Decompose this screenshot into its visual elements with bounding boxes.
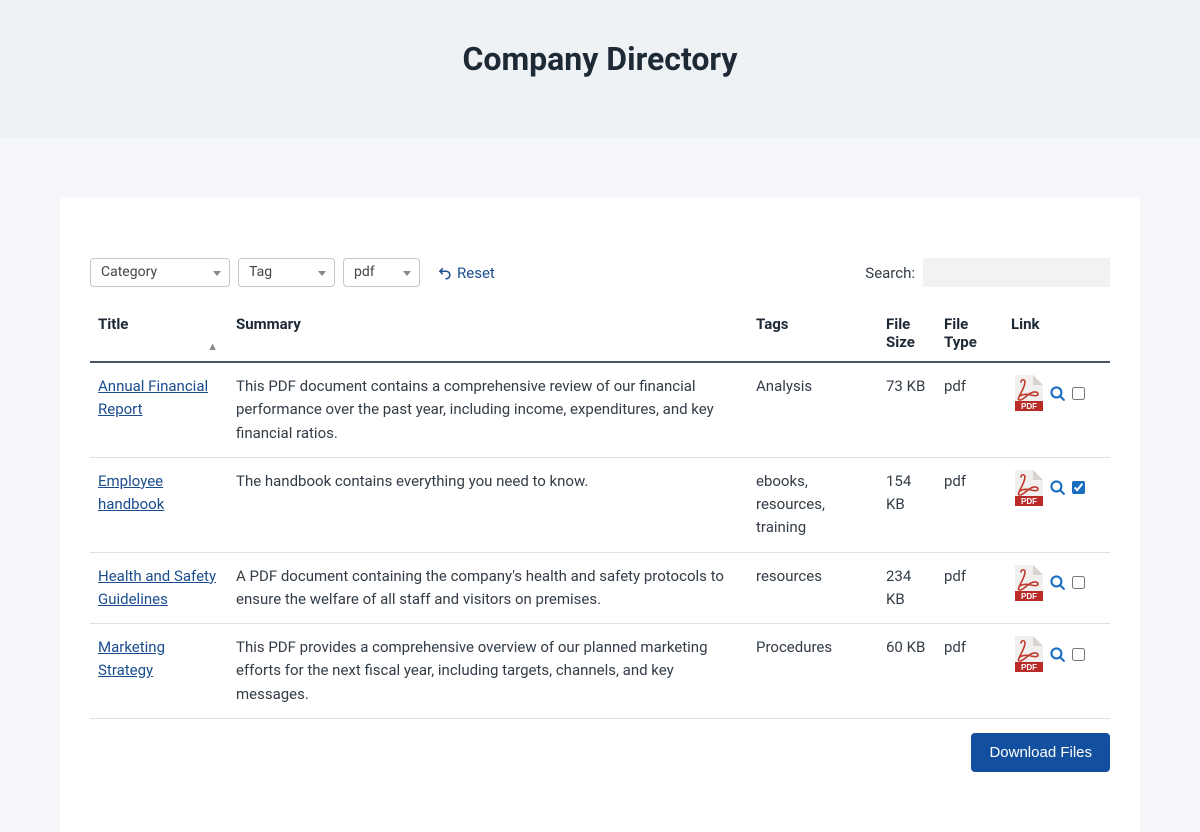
reset-label: Reset bbox=[457, 264, 495, 282]
document-summary: This PDF provides a comprehensive overvi… bbox=[228, 624, 748, 719]
select-row-checkbox[interactable] bbox=[1072, 481, 1085, 494]
reset-button[interactable]: Reset bbox=[438, 264, 495, 282]
doctype-dropdown-label: pdf bbox=[354, 264, 375, 280]
tag-dropdown-label: Tag bbox=[249, 264, 272, 280]
document-title-link[interactable]: Health and Safety Guidelines bbox=[98, 567, 216, 608]
document-summary: A PDF document containing the company's … bbox=[228, 552, 748, 624]
pdf-file-icon[interactable]: PDF bbox=[1011, 565, 1043, 601]
document-title-link[interactable]: Marketing Strategy bbox=[98, 638, 165, 679]
column-header-link[interactable]: Link bbox=[1003, 305, 1110, 362]
content-panel: Category Tag pdf Reset Search: Title ▲ bbox=[60, 198, 1140, 832]
svg-text:PDF: PDF bbox=[1021, 497, 1037, 506]
document-filetype: pdf bbox=[936, 552, 1003, 624]
filters-left: Category Tag pdf Reset bbox=[90, 258, 495, 287]
category-dropdown[interactable]: Category bbox=[90, 258, 230, 287]
preview-icon[interactable] bbox=[1049, 479, 1066, 496]
table-row: Employee handbook The handbook contains … bbox=[90, 457, 1110, 552]
download-files-button[interactable]: Download Files bbox=[971, 733, 1110, 772]
column-header-title[interactable]: Title ▲ bbox=[90, 305, 228, 362]
table-header-row: Title ▲ Summary Tags File Size File Type… bbox=[90, 305, 1110, 362]
document-filetype: pdf bbox=[936, 624, 1003, 719]
sort-asc-icon: ▲ bbox=[207, 340, 218, 353]
search-label: Search: bbox=[865, 264, 915, 282]
select-row-checkbox[interactable] bbox=[1072, 576, 1085, 589]
document-tags: Analysis bbox=[748, 362, 878, 457]
document-title-link[interactable]: Employee handbook bbox=[98, 472, 164, 513]
document-tags: ebooks, resources, training bbox=[748, 457, 878, 552]
link-cell: PDF bbox=[1011, 636, 1102, 672]
column-header-tags[interactable]: Tags bbox=[748, 305, 878, 362]
select-row-checkbox[interactable] bbox=[1072, 387, 1085, 400]
document-filesize: 234 KB bbox=[878, 552, 936, 624]
tag-dropdown[interactable]: Tag bbox=[238, 258, 335, 287]
link-cell: PDF bbox=[1011, 375, 1102, 411]
preview-icon[interactable] bbox=[1049, 385, 1066, 402]
document-filetype: pdf bbox=[936, 457, 1003, 552]
pdf-file-icon[interactable]: PDF bbox=[1011, 636, 1043, 672]
column-header-summary[interactable]: Summary bbox=[228, 305, 748, 362]
documents-table: Title ▲ Summary Tags File Size File Type… bbox=[90, 305, 1110, 719]
select-row-checkbox[interactable] bbox=[1072, 648, 1085, 661]
undo-icon bbox=[438, 265, 453, 280]
svg-text:PDF: PDF bbox=[1021, 592, 1037, 601]
column-header-filetype[interactable]: File Type bbox=[936, 305, 1003, 362]
svg-text:PDF: PDF bbox=[1021, 402, 1037, 411]
column-header-filesize[interactable]: File Size bbox=[878, 305, 936, 362]
category-dropdown-label: Category bbox=[101, 264, 157, 280]
link-cell: PDF bbox=[1011, 470, 1102, 506]
link-cell: PDF bbox=[1011, 565, 1102, 601]
document-filesize: 154 KB bbox=[878, 457, 936, 552]
preview-icon[interactable] bbox=[1049, 646, 1066, 663]
filters-row: Category Tag pdf Reset Search: bbox=[90, 258, 1110, 287]
document-summary: The handbook contains everything you nee… bbox=[228, 457, 748, 552]
search-input[interactable] bbox=[923, 258, 1110, 287]
page-title: Company Directory bbox=[0, 40, 1200, 78]
document-summary: This PDF document contains a comprehensi… bbox=[228, 362, 748, 457]
preview-icon[interactable] bbox=[1049, 574, 1066, 591]
page-header: Company Directory bbox=[0, 0, 1200, 138]
document-filesize: 73 KB bbox=[878, 362, 936, 457]
doctype-dropdown[interactable]: pdf bbox=[343, 258, 420, 287]
svg-text:PDF: PDF bbox=[1021, 663, 1037, 672]
document-title-link[interactable]: Annual Financial Report bbox=[98, 377, 208, 418]
table-row: Marketing Strategy This PDF provides a c… bbox=[90, 624, 1110, 719]
document-tags: resources bbox=[748, 552, 878, 624]
table-row: Health and Safety Guidelines A PDF docum… bbox=[90, 552, 1110, 624]
pdf-file-icon[interactable]: PDF bbox=[1011, 375, 1043, 411]
table-footer: Download Files bbox=[90, 733, 1110, 772]
document-filesize: 60 KB bbox=[878, 624, 936, 719]
table-row: Annual Financial Report This PDF documen… bbox=[90, 362, 1110, 457]
document-tags: Procedures bbox=[748, 624, 878, 719]
document-filetype: pdf bbox=[936, 362, 1003, 457]
pdf-file-icon[interactable]: PDF bbox=[1011, 470, 1043, 506]
search-group: Search: bbox=[865, 258, 1110, 287]
